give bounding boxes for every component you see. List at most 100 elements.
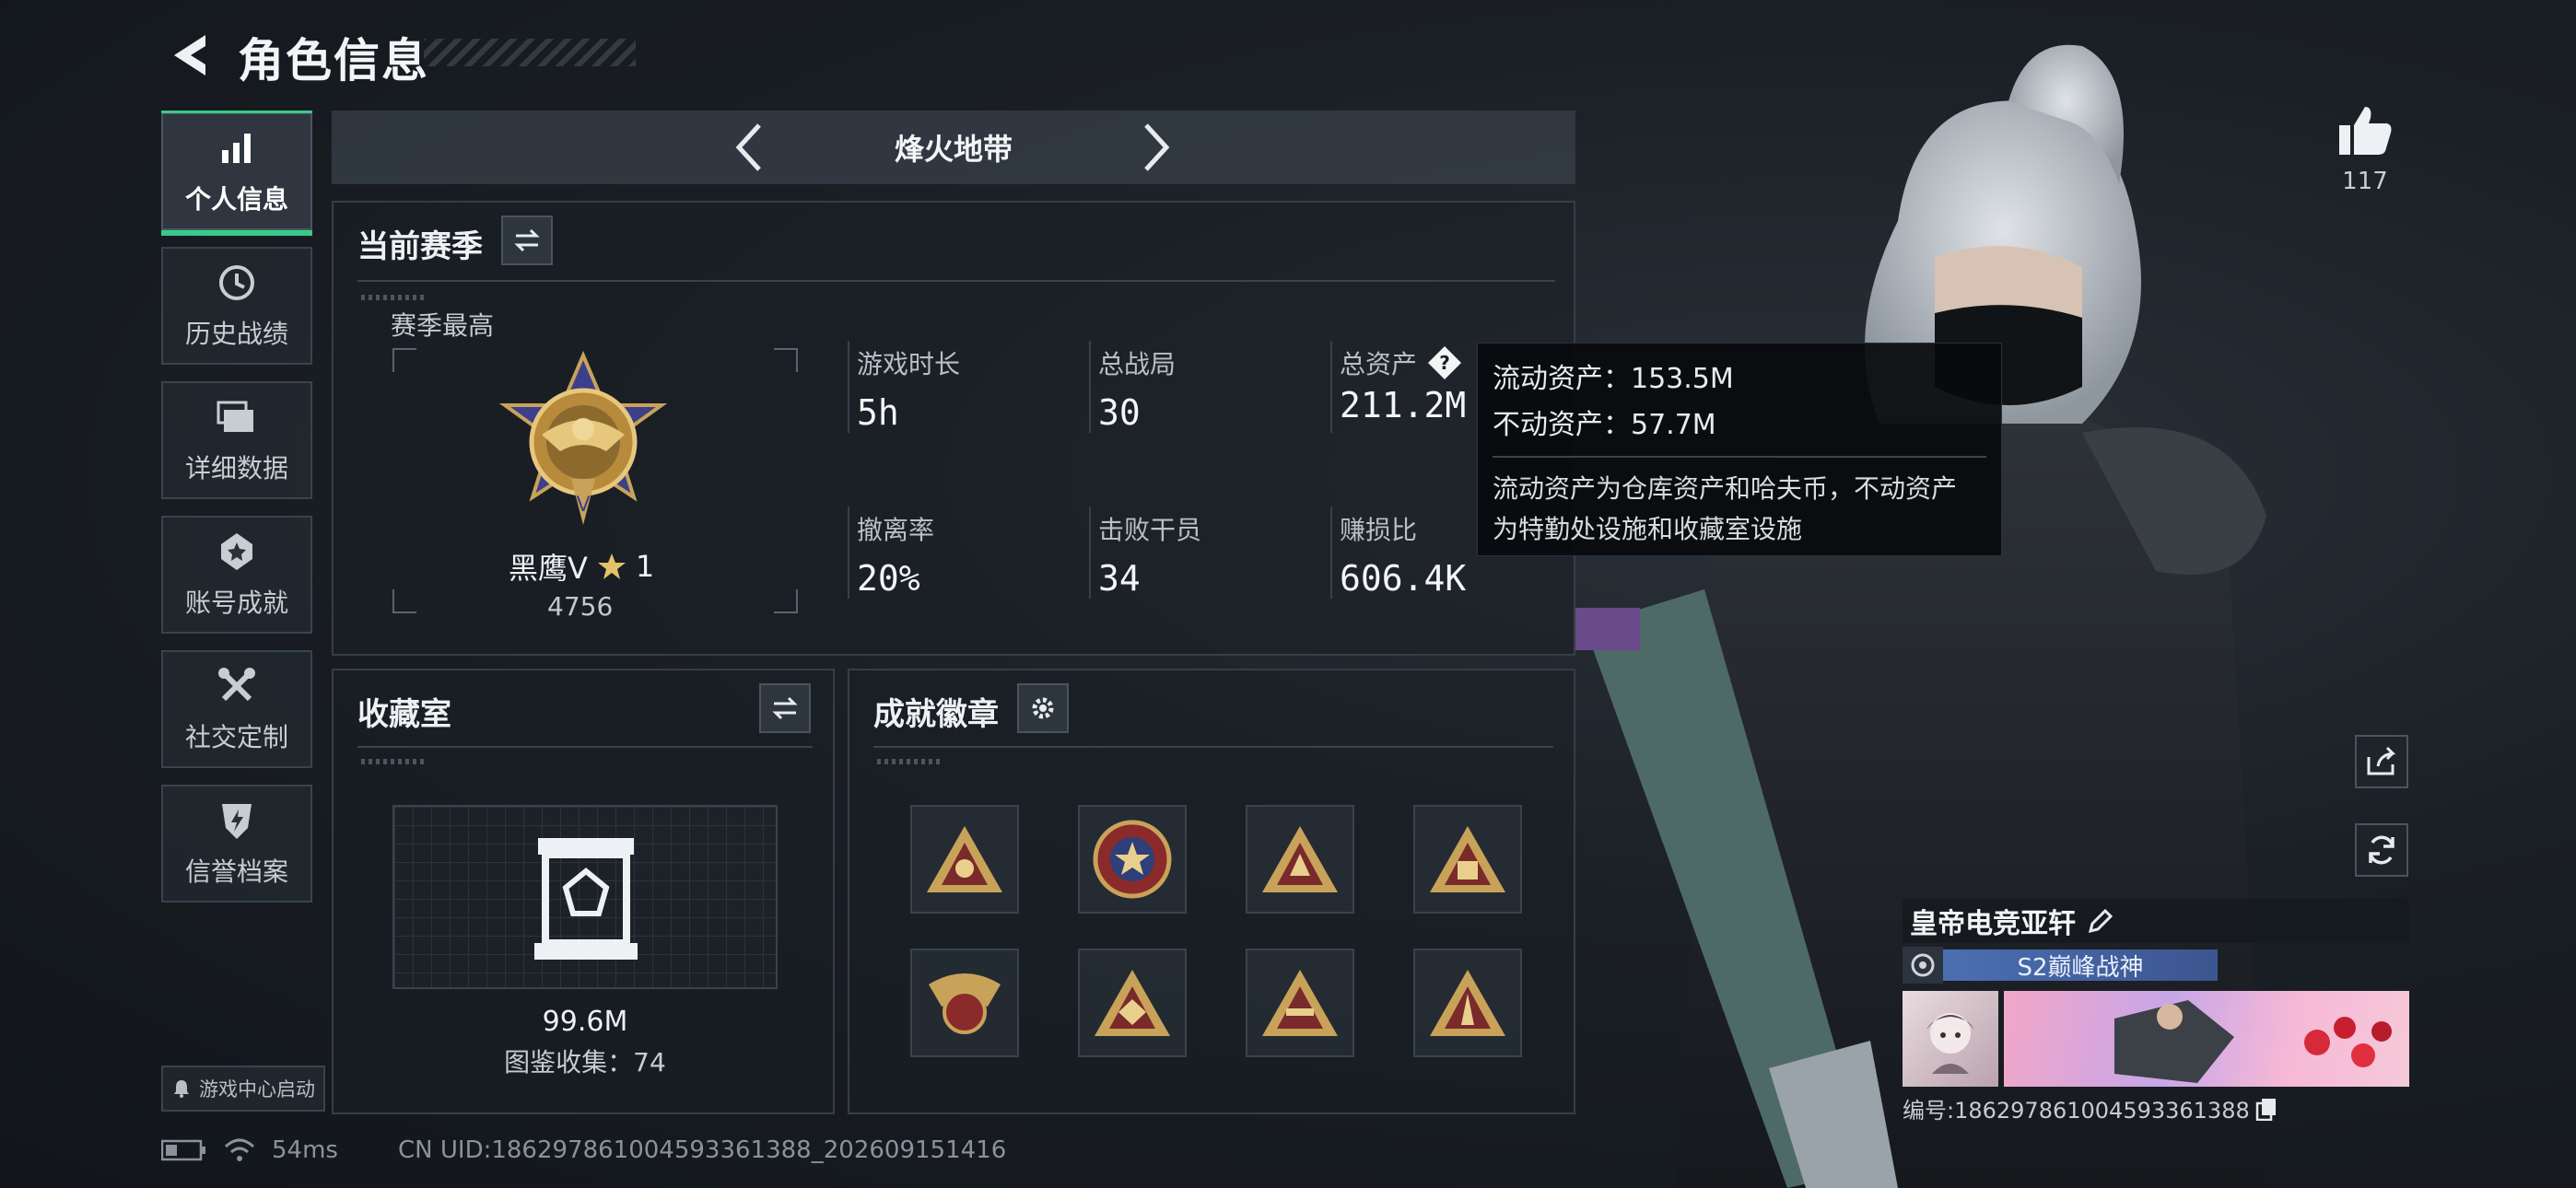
- mode-next-button[interactable]: [1131, 122, 1183, 173]
- tooltip-desc-line2: 为特勤处设施和收藏室设施: [1493, 514, 1803, 544]
- tooltip-fixed-assets: 不动资产：57.7M: [1493, 409, 1716, 441]
- sidebar-item-label: 详细数据: [184, 453, 288, 483]
- medal-star-icon: [215, 530, 259, 574]
- round-badge-icon: [1093, 820, 1172, 899]
- stat-separator: [848, 507, 849, 599]
- game-center-launch-button[interactable]: 游戏中心启动: [161, 1066, 325, 1112]
- frame-corner: [392, 589, 416, 613]
- stat-separator: [1330, 507, 1332, 599]
- season-title: 当前赛季: [357, 228, 483, 265]
- edit-pencil-icon[interactable]: [2087, 907, 2114, 935]
- achievement-badge[interactable]: [910, 805, 1019, 914]
- vault-case-icon: [534, 838, 638, 960]
- stat-extract-rate: 撤离率 20%: [857, 510, 934, 599]
- achievement-badge[interactable]: [910, 949, 1019, 1057]
- like-button[interactable]: 117: [2333, 103, 2397, 195]
- copy-icon[interactable]: [2255, 1097, 2277, 1121]
- stat-value: 34: [1098, 558, 1141, 599]
- sidebar-item-social[interactable]: 社交定制: [161, 650, 312, 768]
- wifi-icon: [224, 1138, 255, 1161]
- sidebar-item-label: 历史战绩: [184, 319, 288, 349]
- refresh-icon: [2369, 835, 2395, 865]
- tooltip-divider: [1493, 456, 1986, 458]
- swap-arrows-icon: [772, 696, 798, 720]
- refresh-button[interactable]: [2355, 823, 2408, 877]
- rank-emblem-icon: V: [498, 350, 668, 525]
- stat-label: 总战局: [1098, 349, 1177, 379]
- ping-value: 54ms: [272, 1136, 338, 1164]
- sidebar-item-achievements[interactable]: 账号成就: [161, 516, 312, 634]
- stat-label: 撤离率: [857, 515, 935, 545]
- sidebar-item-history[interactable]: 历史战绩: [161, 247, 312, 365]
- collection-title: 收藏室: [357, 696, 451, 733]
- stat-label: 游戏时长: [857, 349, 961, 379]
- stat-label: 总资产: [1340, 349, 1418, 379]
- bell-icon: [174, 1080, 189, 1098]
- divider: [357, 280, 1555, 282]
- mode-prev-button[interactable]: [722, 122, 774, 173]
- achievements-title: 成就徽章: [873, 696, 999, 733]
- share-button[interactable]: [2355, 735, 2408, 788]
- rank-name: 黑鹰V: [509, 551, 588, 586]
- triangle-badge-icon: [927, 826, 1002, 892]
- wrench-tools-icon: [215, 664, 259, 708]
- sidebar-item-reputation[interactable]: 信誉档案: [161, 785, 312, 903]
- eagle-badge-icon: [929, 973, 1001, 1034]
- achievements-settings-button[interactable]: [1017, 683, 1069, 733]
- player-id: 编号:1862978610045933613​88: [1903, 1098, 2250, 1124]
- collection-switch-button[interactable]: [759, 683, 811, 733]
- title-emblem-icon: [1903, 947, 1943, 984]
- sidebar-item-personal-info[interactable]: 个人信息: [161, 111, 312, 236]
- rank-name-row: 黑鹰V 1: [509, 545, 654, 588]
- mode-title: 烽火地带: [894, 132, 1013, 167]
- player-banner[interactable]: [2004, 991, 2409, 1087]
- folder-stack-icon: [215, 395, 259, 439]
- battery-icon: [161, 1139, 205, 1161]
- thumbs-up-icon: [2339, 107, 2392, 155]
- stat-separator: [1089, 341, 1091, 433]
- collection-value: 99.6M: [542, 1006, 628, 1038]
- decor-stripe: [361, 759, 426, 764]
- achievement-badge[interactable]: [1078, 805, 1187, 914]
- clock-icon: [215, 261, 259, 305]
- stat-label: 击败干员: [1098, 515, 1202, 545]
- back-button[interactable]: [162, 28, 217, 83]
- mode-selector: 烽火地带: [332, 111, 1575, 184]
- divider: [357, 746, 813, 748]
- assets-tooltip: 流动资产：153.5M 不动资产：57.7M 流动资产为仓库资产和哈夫币，不动资…: [1477, 343, 2002, 556]
- achievement-badge[interactable]: [1078, 949, 1187, 1057]
- back-arrow-icon: [174, 35, 205, 76]
- decor-stripe: [361, 295, 426, 300]
- chevron-right-icon: [1144, 123, 1170, 171]
- season-switch-button[interactable]: [501, 215, 553, 265]
- gear-icon: [1032, 697, 1054, 719]
- collection-panel: 收藏室 99.6M 图鉴收集：74: [332, 669, 835, 1114]
- rank-score: 4756: [547, 591, 614, 622]
- season-best-label: 赛季最高: [391, 310, 495, 341]
- stat-total-matches: 总战局 30: [1098, 344, 1176, 433]
- achievement-badge[interactable]: [1246, 805, 1354, 914]
- swap-arrows-icon: [514, 228, 540, 252]
- season-panel: 当前赛季 赛季最高 V 黑鹰V 1 4756 游戏时长 5h 总战局 30 总资…: [332, 201, 1575, 656]
- tooltip-liquid-assets: 流动资产：153.5M: [1493, 363, 1734, 395]
- collection-preview[interactable]: [392, 805, 778, 989]
- like-count: 117: [2342, 168, 2388, 195]
- stat-value: 5h: [857, 392, 899, 433]
- sidebar-item-label: 个人信息: [184, 184, 288, 215]
- collection-count: 图鉴收集：74: [504, 1047, 666, 1077]
- stat-operators-defeated: 击败干员 34: [1098, 510, 1201, 599]
- page-title: 角色信息: [238, 34, 429, 87]
- stat-play-time: 游戏时长 5h: [857, 344, 960, 433]
- sidebar-item-details[interactable]: 详细数据: [161, 381, 312, 499]
- uid-text: CN UID:1862978610045933613​88_2026091514…: [398, 1136, 1007, 1164]
- svg-text:V: V: [576, 494, 590, 517]
- stat-value: 30: [1098, 392, 1141, 433]
- triangle-badge-icon: [1095, 970, 1170, 1036]
- triangle-badge-icon: [1262, 826, 1338, 892]
- launch-label: 游戏中心启动: [199, 1078, 315, 1101]
- stat-separator: [848, 341, 849, 433]
- player-avatar[interactable]: [1903, 991, 1998, 1087]
- stat-value: 20%: [857, 558, 920, 599]
- sidebar-item-label: 信誉档案: [184, 856, 288, 887]
- achievement-badge[interactable]: [1246, 949, 1354, 1057]
